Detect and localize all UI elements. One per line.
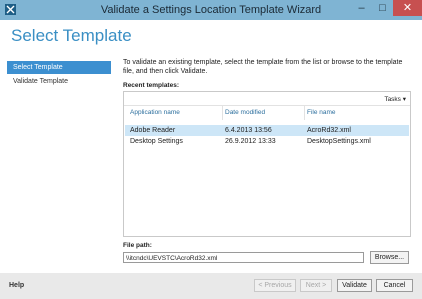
minimize-button[interactable]: – (351, 0, 372, 16)
instructions-text: To validate an existing template, select… (123, 59, 403, 75)
column-header-file-name[interactable]: File name (307, 109, 336, 116)
column-divider (304, 106, 305, 120)
column-divider (222, 106, 223, 120)
previous-button[interactable]: < Previous (254, 279, 296, 292)
next-button[interactable]: Next > (300, 279, 332, 292)
validate-button[interactable]: Validate (337, 279, 372, 292)
row-date-modified: 6.4.2013 13:56 (225, 127, 272, 134)
recent-templates-label: Recent templates: (123, 82, 179, 89)
row-file-name: AcroRd32.xml (307, 127, 351, 134)
tasks-menu[interactable]: Tasks ▾ (384, 95, 406, 103)
table-row[interactable]: Adobe Reader 6.4.2013 13:56 AcroRd32.xml (125, 125, 409, 136)
recent-templates-list[interactable]: Tasks ▾ Application name Date modified F… (123, 91, 411, 237)
list-toolbar: Tasks ▾ (124, 92, 410, 106)
page-title: Select Template (11, 26, 132, 45)
maximize-button[interactable]: □ (372, 0, 393, 16)
sidebar-item-select-template[interactable]: Select Template (7, 61, 111, 74)
row-application-name: Desktop Settings (130, 138, 183, 145)
browse-button[interactable]: Browse... (370, 251, 409, 264)
row-date-modified: 26.9.2012 13:33 (225, 138, 276, 145)
file-path-label: File path: (123, 242, 152, 249)
title-bar: Validate a Settings Location Template Wi… (0, 0, 422, 20)
file-path-input[interactable]: \\itcndc\UEVSTC\AcroRd32.xml (123, 252, 364, 263)
table-row[interactable]: Desktop Settings 26.9.2012 13:33 Desktop… (125, 136, 409, 147)
row-file-name: DesktopSettings.xml (307, 138, 371, 145)
close-button[interactable]: ✕ (393, 0, 422, 16)
column-header-date-modified[interactable]: Date modified (225, 109, 265, 116)
column-header-application-name[interactable]: Application name (130, 109, 180, 116)
row-application-name: Adobe Reader (130, 127, 176, 134)
cancel-button[interactable]: Cancel (376, 279, 413, 292)
wizard-footer: Help < Previous Next > Validate Cancel (0, 273, 422, 299)
sidebar-item-validate-template[interactable]: Validate Template (7, 75, 111, 88)
help-link[interactable]: Help (9, 282, 24, 289)
page-header: Select Template (0, 20, 422, 50)
instructions-area: To validate an existing template, select… (123, 58, 413, 76)
